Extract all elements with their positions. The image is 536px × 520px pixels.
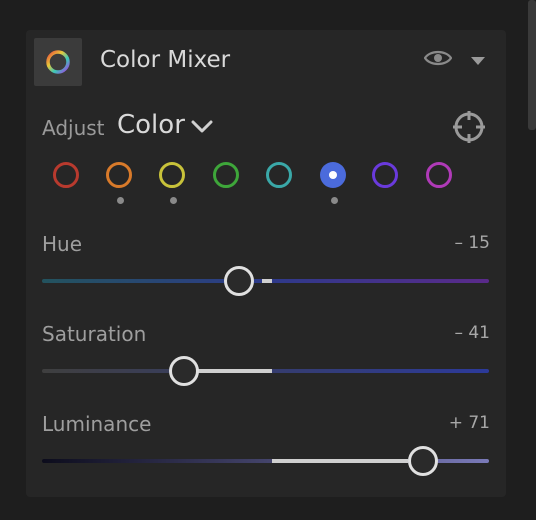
color-mixer-panel: Color Mixer Adjust Color Hue – 15 Satura… [26, 30, 506, 497]
color-swatch-6[interactable] [320, 162, 346, 188]
color-swatch-1[interactable] [53, 162, 79, 188]
adjust-label: Adjust [42, 116, 105, 140]
hue-label: Hue [42, 232, 83, 256]
collapse-caret-icon[interactable] [470, 56, 486, 66]
scrollbar[interactable] [528, 0, 536, 130]
saturation-slider-thumb[interactable] [169, 356, 199, 386]
luminance-value[interactable]: + 71 [449, 413, 490, 433]
edited-indicator-dot [170, 197, 177, 204]
target-adjustment-icon[interactable] [452, 110, 486, 144]
saturation-slider-fill [198, 369, 272, 373]
color-swatch-4[interactable] [213, 162, 239, 188]
luminance-slider-thumb[interactable] [408, 446, 438, 476]
selected-dot [329, 171, 337, 179]
color-swatch-8[interactable] [426, 162, 452, 188]
edited-indicator-dot [331, 197, 338, 204]
luminance-slider-fill [272, 459, 408, 463]
saturation-value[interactable]: – 41 [454, 323, 490, 343]
eye-icon[interactable] [424, 49, 452, 67]
hue-slider-fill [262, 279, 272, 283]
color-wheel-icon [46, 50, 70, 74]
color-swatch-3[interactable] [159, 162, 185, 188]
adjust-dropdown[interactable]: Color [117, 110, 185, 140]
panel-title: Color Mixer [100, 47, 231, 73]
saturation-label: Saturation [42, 322, 147, 346]
chevron-down-icon[interactable] [191, 120, 213, 134]
hue-slider-thumb[interactable] [224, 266, 254, 296]
hue-value[interactable]: – 15 [454, 233, 490, 253]
color-mixer-icon-button[interactable] [34, 38, 82, 86]
luminance-label: Luminance [42, 412, 152, 436]
color-swatch-7[interactable] [372, 162, 398, 188]
edited-indicator-dot [117, 197, 124, 204]
color-swatch-2[interactable] [106, 162, 132, 188]
color-swatch-5[interactable] [266, 162, 292, 188]
